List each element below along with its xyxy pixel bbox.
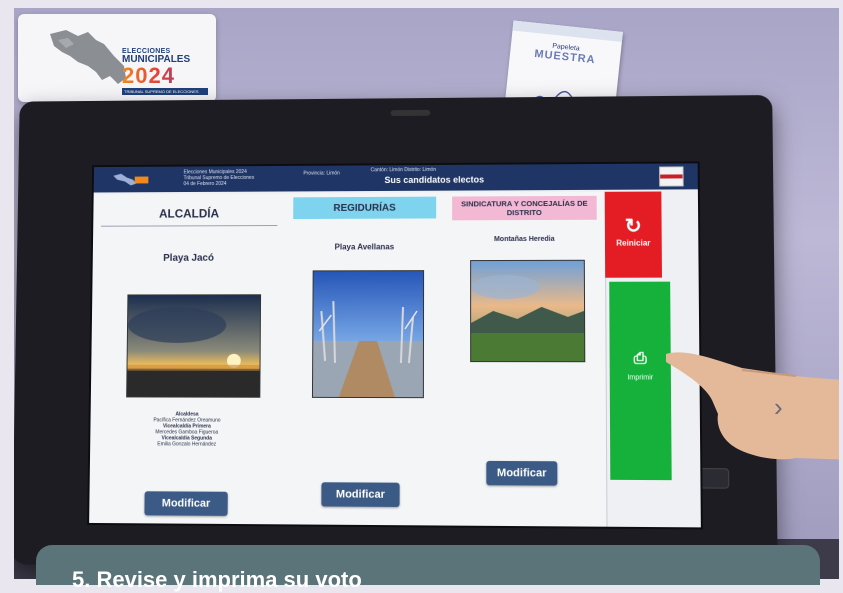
touch-screen: Elecciones Municipales 2024 Tribunal Sup… (87, 161, 703, 530)
column-regidurias: REGIDURÍAS Playa Avellanas Modificar (283, 192, 446, 526)
pointing-hand-image (666, 352, 839, 460)
column-place: Playa Jacó (163, 252, 215, 264)
candidate-name: Emilia Gonzalo Hernández (157, 441, 217, 448)
column-heading: ALCALDÍA (101, 201, 278, 227)
photo-scene: ELECCIONES MUNICIPALES 2024 TRIBUNAL SUP… (14, 8, 839, 579)
modificar-regidurias-button[interactable]: Modificar (321, 482, 400, 507)
modificar-sindicatura-button[interactable]: Modificar (486, 460, 558, 486)
header-logo-icon (113, 173, 149, 186)
column-place: Montañas Heredia (493, 235, 555, 244)
header-province: Provincia: Limón (303, 170, 340, 177)
modificar-alcaldia-button[interactable]: Modificar (144, 491, 228, 516)
column-alcaldia: ALCALDÍA Playa Jacó Alcaldesa Pacífica F… (89, 193, 287, 525)
column-sindicatura: SINDICATURA Y CONCEJALÍAS DE DISTRITO Mo… (443, 191, 608, 527)
header-title: Sus candidatos electos (384, 174, 485, 186)
sindicatura-photo (470, 259, 586, 363)
logo-wordmark: ELECCIONES MUNICIPALES 2024 TRIBUNAL SUP… (122, 48, 208, 95)
voting-machine: Elecciones Municipales 2024 Tribunal Sup… (14, 95, 778, 572)
refresh-icon: ↻ (624, 215, 642, 238)
boardwalk-image (313, 271, 424, 398)
costa-rica-flag-icon (659, 166, 684, 187)
column-heading: REGIDURÍAS (293, 196, 437, 220)
caption-bar: 5. Revise y imprima su voto (36, 545, 820, 592)
reiniciar-button[interactable]: ↻ Reiniciar (604, 191, 662, 278)
mountains-image (471, 260, 585, 362)
alcaldia-photo (126, 294, 262, 398)
regidurias-photo (311, 270, 425, 399)
logo-org: TRIBUNAL SUPREMO DE ELECCIONES (122, 88, 208, 95)
caption-text: 5. Revise y imprima su voto (72, 567, 362, 592)
costa-rica-map-icon (50, 30, 126, 84)
header-info-line3: 04 de Febrero 2024 (183, 180, 227, 188)
elections-logo-card: ELECCIONES MUNICIPALES 2024 TRIBUNAL SUP… (18, 14, 216, 102)
screen-header: Elecciones Municipales 2024 Tribunal Sup… (93, 163, 698, 193)
camera-sensor (390, 109, 431, 117)
candidate-list: Alcaldesa Pacífica Fernández Oreamuno Vi… (90, 411, 284, 448)
logo-year: 2024 (122, 65, 208, 87)
header-info: Elecciones Municipales 2024 Tribunal Sup… (183, 169, 254, 187)
column-heading: SINDICATURA Y CONCEJALÍAS DE DISTRITO (452, 195, 597, 221)
reiniciar-label: Reiniciar (616, 238, 651, 248)
sunset-beach-image (127, 295, 261, 397)
chevron-right-icon[interactable]: › (774, 392, 783, 423)
column-place: Playa Avellanas (334, 242, 395, 252)
header-canton-district: Cantón: Limón Distrito: Limón (370, 166, 437, 174)
